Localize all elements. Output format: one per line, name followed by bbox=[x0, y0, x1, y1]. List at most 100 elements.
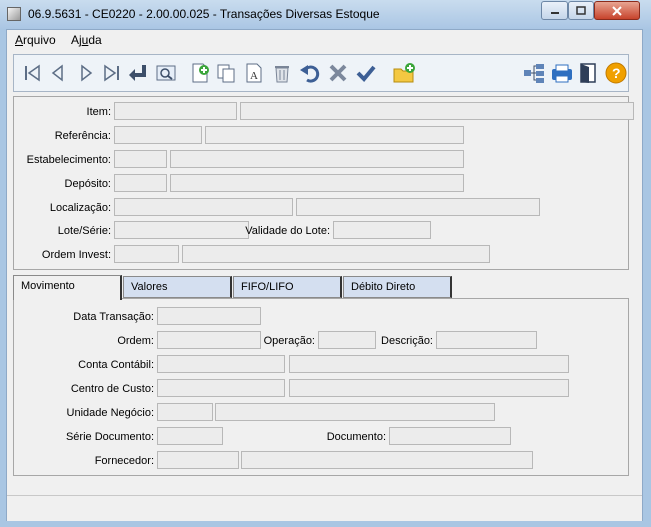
svg-text:A: A bbox=[250, 70, 258, 82]
magnifier-icon bbox=[156, 65, 176, 81]
copy-button[interactable] bbox=[214, 61, 238, 85]
last-record-button[interactable] bbox=[100, 61, 124, 85]
deposito-description-field[interactable] bbox=[170, 174, 464, 192]
ordem-invest-label: Ordem Invest: bbox=[41, 249, 111, 261]
window-title: 06.9.5631 - CE0220 - 2.00.00.025 - Trans… bbox=[28, 7, 380, 21]
tree-structure-icon bbox=[524, 64, 544, 83]
query-button[interactable] bbox=[154, 61, 178, 85]
conta-contabil-description-field[interactable] bbox=[289, 355, 569, 373]
maximize-button[interactable] bbox=[568, 1, 594, 20]
edit-button[interactable]: A bbox=[242, 61, 266, 85]
item-code-field[interactable] bbox=[114, 102, 237, 120]
printer-icon bbox=[552, 64, 572, 83]
main-window: Arquivo Ajuda A ? Item: Referência: Esta… bbox=[6, 29, 643, 521]
cancel-button[interactable] bbox=[326, 61, 350, 85]
exit-door-icon bbox=[580, 63, 596, 83]
operacao-label: Operação: bbox=[263, 335, 315, 347]
ordem-invest-description-field[interactable] bbox=[182, 245, 490, 263]
data-transacao-field[interactable] bbox=[157, 307, 261, 325]
svg-text:?: ? bbox=[612, 65, 621, 81]
unidade-negocio-description-field[interactable] bbox=[215, 403, 495, 421]
validade-lote-label: Validade do Lote: bbox=[245, 225, 330, 237]
undo-icon bbox=[300, 65, 320, 83]
go-to-button[interactable] bbox=[126, 61, 150, 85]
conta-contabil-label: Conta Contábil: bbox=[78, 359, 154, 371]
referencia-description-field[interactable] bbox=[205, 126, 464, 144]
deposito-label: Depósito: bbox=[64, 178, 111, 190]
unidade-negocio-code-field[interactable] bbox=[157, 403, 213, 421]
fornecedor-code-field[interactable] bbox=[157, 451, 239, 469]
descricao-label: Descrição: bbox=[381, 335, 433, 347]
copy-icon bbox=[217, 64, 235, 83]
centro-custo-label: Centro de Custo: bbox=[70, 383, 154, 395]
next-record-button[interactable] bbox=[74, 61, 98, 85]
help-icon: ? bbox=[605, 62, 627, 84]
previous-icon bbox=[51, 64, 63, 82]
trash-icon bbox=[275, 66, 289, 83]
centro-custo-code-field[interactable] bbox=[157, 379, 285, 397]
last-icon bbox=[104, 64, 119, 82]
add-button[interactable] bbox=[188, 61, 212, 85]
descricao-field[interactable] bbox=[436, 331, 537, 349]
fornecedor-label: Fornecedor: bbox=[94, 455, 154, 467]
deposito-code-field[interactable] bbox=[114, 174, 167, 192]
help-button[interactable]: ? bbox=[604, 61, 628, 85]
toolbar: A ? bbox=[13, 54, 629, 92]
referencia-code-field[interactable] bbox=[114, 126, 202, 144]
folder-add-icon bbox=[393, 63, 415, 83]
lote-serie-label: Lote/Série: bbox=[57, 225, 111, 237]
tab-strip: Movimento Valores FIFO/LIFO Débito Diret… bbox=[13, 275, 629, 300]
documento-field[interactable] bbox=[389, 427, 511, 445]
item-label: Item: bbox=[86, 106, 111, 118]
localizacao-description-field[interactable] bbox=[296, 198, 540, 216]
tab-debito-direto[interactable]: Débito Direto bbox=[343, 276, 452, 298]
minimize-button[interactable] bbox=[541, 1, 568, 20]
ordem-invest-code-field[interactable] bbox=[114, 245, 179, 263]
serie-documento-label: Série Documento: bbox=[65, 431, 154, 443]
fornecedor-description-field[interactable] bbox=[241, 451, 533, 469]
first-record-button[interactable] bbox=[20, 61, 44, 85]
undo-button[interactable] bbox=[298, 61, 322, 85]
item-description-field[interactable] bbox=[240, 102, 634, 120]
enter-arrow-icon bbox=[129, 65, 146, 81]
validade-lote-field[interactable] bbox=[333, 221, 431, 239]
cancel-x-icon bbox=[329, 64, 347, 82]
estabelecimento-label: Estabelecimento: bbox=[26, 154, 111, 166]
checkmark-icon bbox=[356, 65, 376, 82]
next-icon bbox=[81, 64, 93, 82]
new-document-icon bbox=[192, 63, 209, 83]
status-bar bbox=[7, 495, 642, 521]
first-icon bbox=[25, 64, 40, 82]
serie-documento-field[interactable] bbox=[157, 427, 223, 445]
delete-button[interactable] bbox=[270, 61, 294, 85]
referencia-label: Referência: bbox=[54, 130, 111, 142]
app-icon bbox=[7, 7, 21, 21]
estabelecimento-description-field[interactable] bbox=[170, 150, 464, 168]
save-button[interactable] bbox=[354, 61, 378, 85]
estabelecimento-code-field[interactable] bbox=[114, 150, 167, 168]
print-button[interactable] bbox=[550, 61, 574, 85]
documento-label: Documento: bbox=[326, 431, 386, 443]
ordem-label: Ordem: bbox=[117, 335, 154, 347]
tab-fifo-lifo[interactable]: FIFO/LIFO bbox=[233, 276, 342, 298]
lote-serie-field[interactable] bbox=[114, 221, 249, 239]
menu-ajuda[interactable]: Ajuda bbox=[71, 33, 102, 47]
centro-custo-description-field[interactable] bbox=[289, 379, 569, 397]
navigation-button[interactable] bbox=[522, 61, 546, 85]
localizacao-code-field[interactable] bbox=[114, 198, 293, 216]
movimento-panel: Data Transação: Ordem: Operação: Descriç… bbox=[13, 298, 629, 476]
header-form: Item: Referência: Estabelecimento: Depós… bbox=[13, 96, 634, 270]
localizacao-label: Localização: bbox=[49, 202, 111, 214]
menu-bar: Arquivo Ajuda bbox=[7, 30, 642, 50]
exit-button[interactable] bbox=[576, 61, 600, 85]
close-button[interactable] bbox=[594, 1, 640, 20]
ordem-field[interactable] bbox=[157, 331, 261, 349]
conta-contabil-code-field[interactable] bbox=[157, 355, 285, 373]
previous-record-button[interactable] bbox=[46, 61, 70, 85]
menu-arquivo[interactable]: Arquivo bbox=[15, 33, 56, 47]
operacao-field[interactable] bbox=[318, 331, 376, 349]
title-bar: 06.9.5631 - CE0220 - 2.00.00.025 - Trans… bbox=[0, 0, 651, 29]
tab-movimento[interactable]: Movimento bbox=[13, 275, 122, 300]
new-folder-button[interactable] bbox=[392, 61, 416, 85]
tab-valores[interactable]: Valores bbox=[123, 276, 232, 298]
